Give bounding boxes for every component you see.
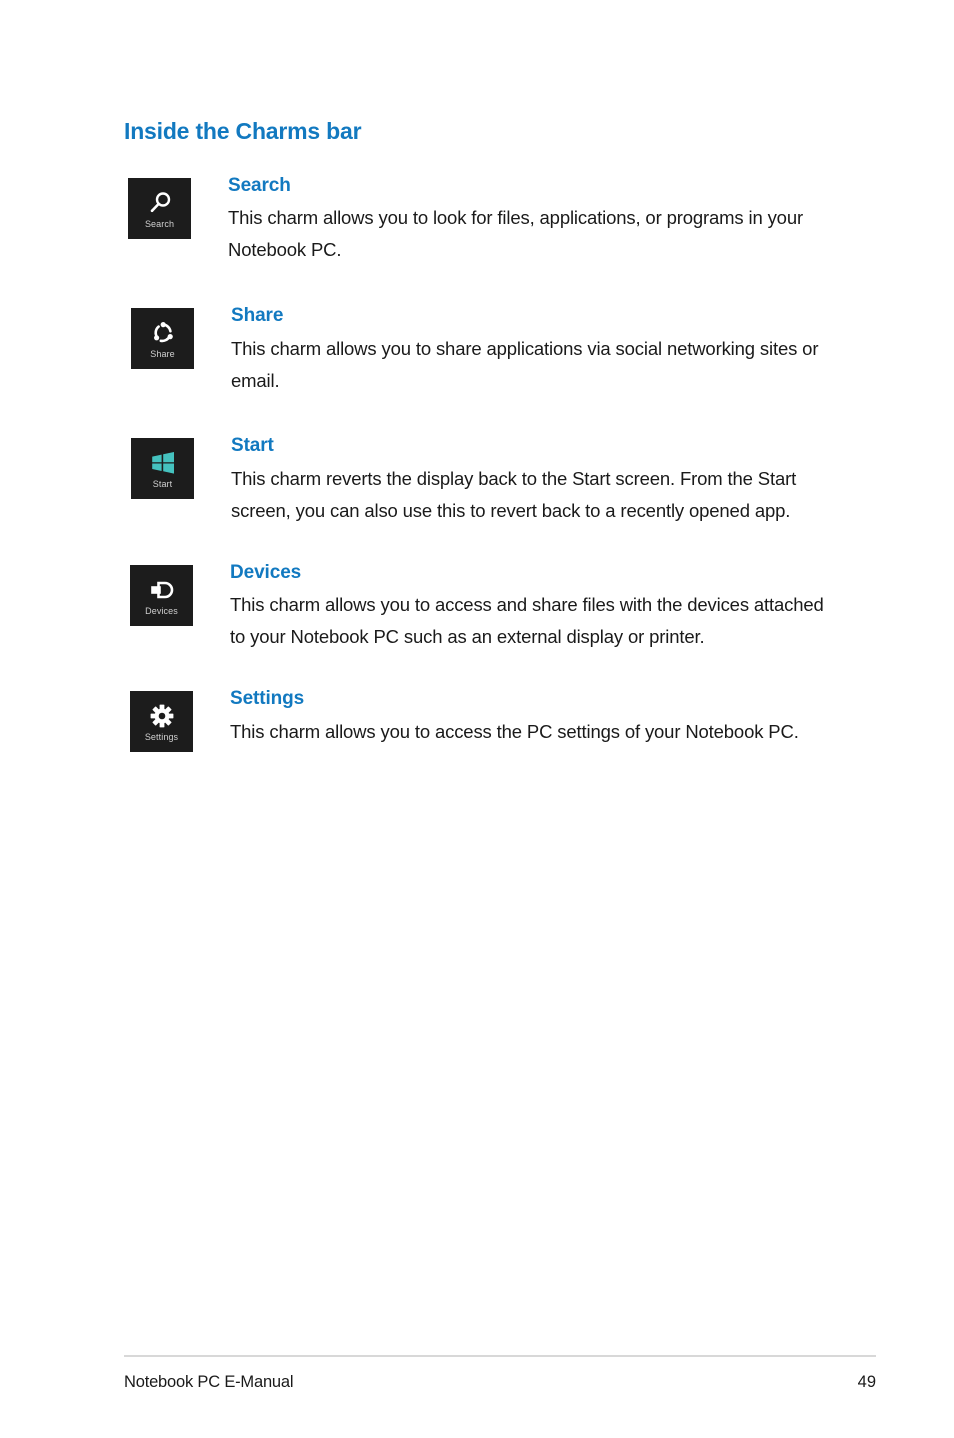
tile-wrapper: Start xyxy=(124,434,231,500)
charm-tile-start: Start xyxy=(131,438,194,500)
charm-description-start: This charm reverts the display back to t… xyxy=(231,468,797,521)
charm-heading-settings: Settings xyxy=(230,688,305,710)
charm-description-share: This charm allows you to share applicati… xyxy=(231,337,819,391)
search-icon xyxy=(147,188,173,218)
charm-text-block: Start This charm reverts the display bac… xyxy=(231,434,830,526)
charm-tile-label: Devices xyxy=(145,605,178,616)
charm-entry-devices: Devices Devices This charm allows you to… xyxy=(124,561,830,653)
windows-start-icon xyxy=(149,448,177,478)
charm-tile-share: Share xyxy=(131,307,194,369)
charm-text-block: Share This charm allows you to share app… xyxy=(231,304,830,396)
charm-tile-search: Search xyxy=(128,177,191,239)
charm-entry-share: Share Share This charm allows you to sha… xyxy=(124,304,830,396)
charm-heading-devices: Devices xyxy=(230,561,302,583)
charm-heading-search: Search xyxy=(228,174,291,196)
charm-tile-label: Start xyxy=(152,479,173,490)
charm-heading-share: Share xyxy=(231,304,284,326)
charm-tile-devices: Devices xyxy=(130,564,193,626)
page-content: Inside the Charms bar Search Search This… xyxy=(124,118,830,753)
gear-icon xyxy=(149,701,175,731)
footer-divider xyxy=(124,1355,876,1357)
charm-list: Search Search This charm allows you to l… xyxy=(124,174,830,753)
charm-heading-start: Start xyxy=(231,435,274,457)
share-icon xyxy=(150,318,176,348)
charm-description-search: This charm allows you to look for files,… xyxy=(228,207,803,261)
footer-document-title: Notebook PC E-Manual xyxy=(124,1373,294,1391)
charm-tile-label: Settings xyxy=(144,732,179,743)
charm-entry-search: Search Search This charm allows you to l… xyxy=(124,174,830,266)
tile-wrapper: Search xyxy=(124,174,228,239)
footer-page-number: 49 xyxy=(857,1373,876,1391)
charm-text-block: Devices This charm allows you to access … xyxy=(230,561,830,653)
devices-icon xyxy=(148,575,176,605)
document-page: Inside the Charms bar Search Search This… xyxy=(0,0,954,1438)
charm-tile-label: Share xyxy=(150,348,175,359)
charm-entry-settings: Settings Settings This charm allows you … xyxy=(124,687,830,753)
tile-wrapper: Share xyxy=(124,304,231,369)
charm-text-block: Settings This charm allows you to access… xyxy=(230,687,830,748)
charm-description-settings: This charm allows you to access the PC s… xyxy=(230,720,799,742)
charm-text-block: Search This charm allows you to look for… xyxy=(228,174,830,266)
charm-tile-settings: Settings xyxy=(130,691,193,753)
tile-wrapper: Settings xyxy=(124,687,230,753)
charm-description-devices: This charm allows you to access and shar… xyxy=(230,594,824,648)
tile-wrapper: Devices xyxy=(124,561,230,626)
page-title: Inside the Charms bar xyxy=(124,118,362,144)
page-footer: Notebook PC E-Manual 49 xyxy=(124,1355,876,1392)
charm-entry-start: Start Start This charm reverts the displ… xyxy=(124,434,830,526)
charm-tile-label: Search xyxy=(144,218,175,229)
footer-row: Notebook PC E-Manual 49 xyxy=(124,1373,876,1392)
